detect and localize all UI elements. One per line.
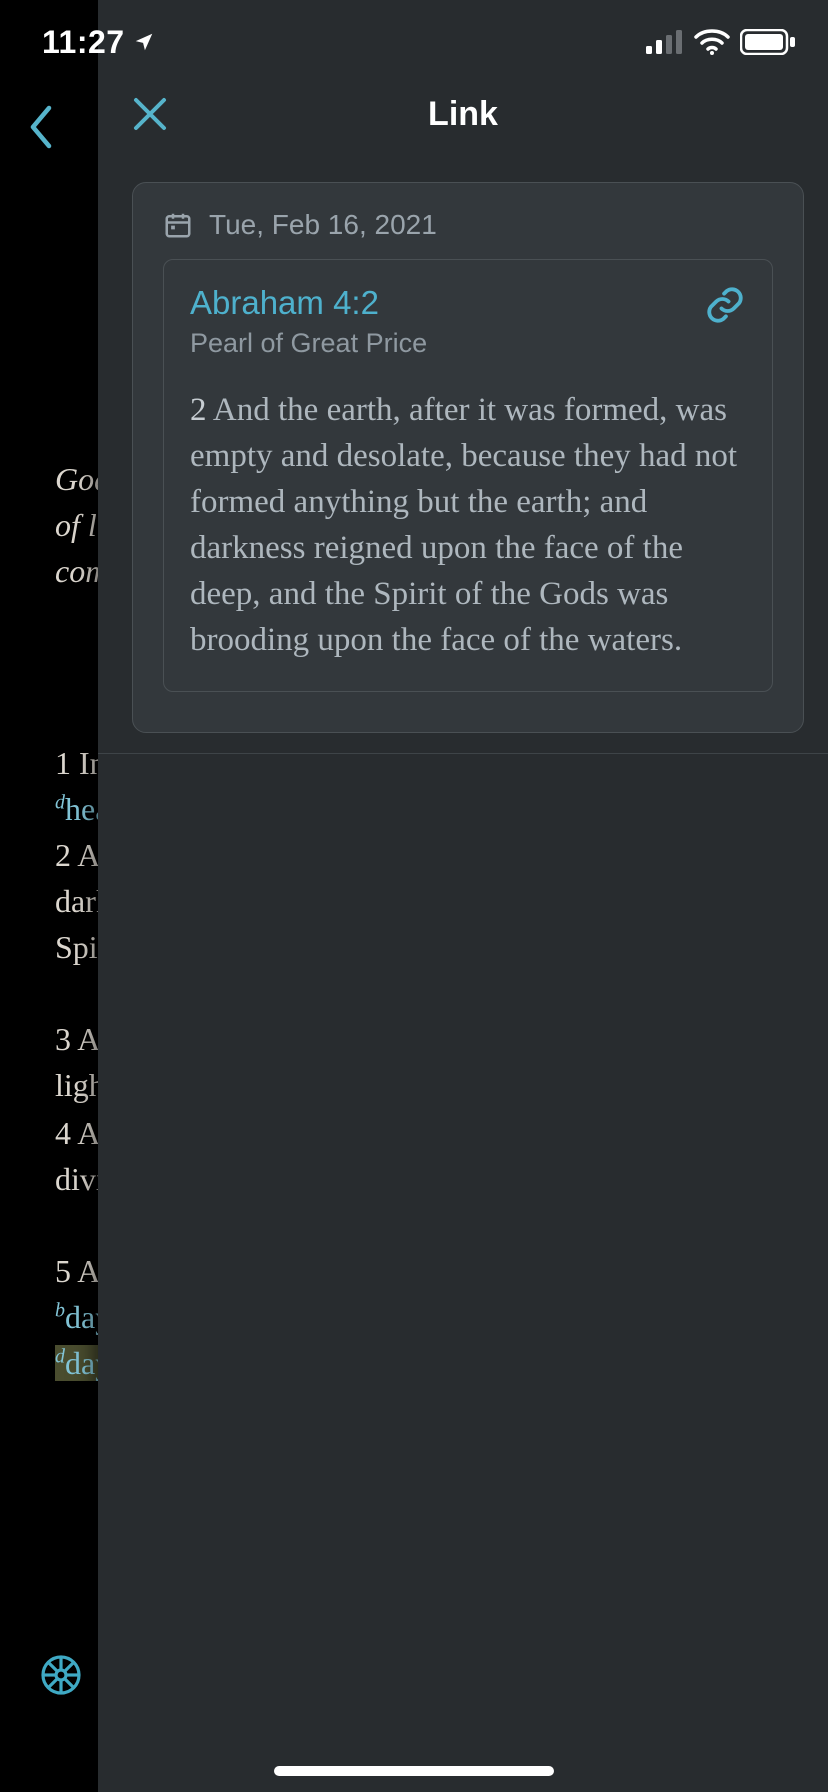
cellular-icon [646,30,684,54]
calendar-icon [163,210,193,240]
wifi-icon [694,29,730,55]
link-reference-card: Abraham 4:2 Pearl of Great Price 2 And t… [163,259,773,692]
status-time: 11:27 [42,24,125,61]
panel-title: Link [428,95,498,134]
location-icon [133,31,155,53]
close-icon [130,94,170,134]
link-icon [704,284,746,326]
link-date-row: Tue, Feb 16, 2021 [163,209,773,241]
status-bar: 11:27 [0,0,828,84]
link-date: Tue, Feb 16, 2021 [209,209,437,241]
home-indicator[interactable] [274,1766,554,1776]
verse-body: And the earth, after it was formed, was … [190,392,737,658]
reference-title[interactable]: Abraham 4:2 [190,284,427,322]
battery-icon [740,29,796,55]
footnote-marker[interactable]: d [55,1345,65,1367]
close-button[interactable] [122,86,178,142]
gear-icon [37,1651,85,1699]
footnote-marker[interactable]: d [55,791,65,813]
footnote-marker[interactable]: b [55,1299,65,1321]
verse-number: 2 [190,392,207,428]
link-card[interactable]: Tue, Feb 16, 2021 Abraham 4:2 Pearl of G… [132,182,804,733]
settings-button[interactable] [34,1648,88,1702]
chevron-left-icon [27,104,55,150]
panel-divider [98,753,828,754]
link-panel: Link Tue, Feb 16, 2021 Abraham 4:2 Pearl… [98,0,828,1792]
link-action-button[interactable] [704,284,746,331]
reference-subtitle: Pearl of Great Price [190,328,427,359]
verse-preview: 2 And the earth, after it was formed, wa… [190,387,746,663]
back-button[interactable] [6,92,76,162]
